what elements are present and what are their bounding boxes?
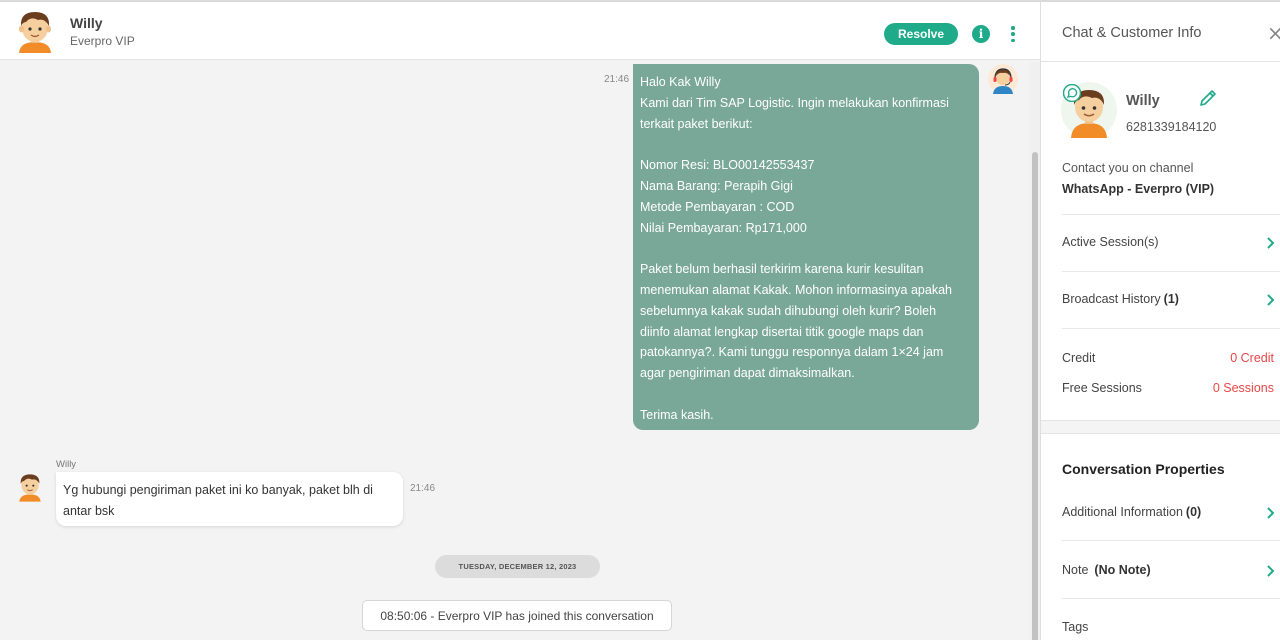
additional-information-text: Additional Information (1062, 505, 1183, 519)
credit-value: 0 Credit (1230, 351, 1274, 365)
tags-label: Tags (1062, 620, 1089, 634)
panel-header: Chat & Customer Info × (1041, 2, 1280, 62)
customer-name: Willy (1126, 93, 1160, 109)
incoming-message-bubble: Yg hubungi pengiriman paket ini ko banya… (56, 472, 403, 526)
chat-pane: Willy Everpro VIP Resolve i 21:46 Halo K… (0, 0, 1040, 640)
message-line: Yg hubungi pengiriman paket ini ko banya… (63, 483, 373, 497)
note-row[interactable]: Note (No Note) (1062, 540, 1280, 597)
message-paragraph: Halo Kak Willy Kami dari Tim SAP Logisti… (640, 72, 973, 134)
message-paragraph: Nomor Resi: BLO00142553437 Nama Barang: … (640, 155, 973, 238)
info-icon[interactable]: i (972, 25, 990, 43)
active-sessions-label: Active Session(s) (1062, 235, 1159, 249)
message-line: patokannya?. Kami tunggu responnya dalam… (640, 345, 944, 360)
incoming-message-time: 21:46 (410, 483, 436, 494)
active-sessions-row[interactable]: Active Session(s) (1062, 214, 1280, 271)
broadcast-history-label: Broadcast History (1) (1062, 292, 1179, 306)
message-line: sebelumnya kakak sudah dihubungi oleh ku… (640, 303, 937, 318)
outgoing-message-time: 21:46 (604, 74, 630, 85)
message-line: menemukan alamat Kakak. Mohon informasin… (640, 282, 952, 297)
message-line: Nilai Pembayaran: Rp171,000 (640, 220, 807, 235)
incoming-sender-name: Willy (56, 459, 77, 470)
note-label: Note (No Note) (1062, 563, 1151, 577)
chevron-right-icon (1267, 507, 1275, 519)
message-line: Kami dari Tim SAP Logistic. Ingin melaku… (640, 95, 949, 110)
free-sessions-row: Free Sessions 0 Sessions (1062, 381, 1274, 395)
outgoing-message-bubble: Halo Kak Willy Kami dari Tim SAP Logisti… (633, 64, 979, 430)
broadcast-history-row[interactable]: Broadcast History (1) (1062, 271, 1280, 328)
system-message: 08:50:06 - Everpro VIP has joined this c… (362, 600, 672, 631)
chat-header: Willy Everpro VIP Resolve i (0, 2, 1040, 60)
message-line: diinfo alamat lengkap disertai titik goo… (640, 324, 924, 339)
message-paragraph: Terima kasih. (640, 405, 973, 426)
message-paragraph: Paket belum berhasil terkirim karena kur… (640, 259, 973, 384)
channel-value: WhatsApp - Everpro (VIP) (1062, 182, 1215, 196)
additional-information-row[interactable]: Additional Information (0) (1062, 483, 1280, 540)
additional-information-count: (0) (1185, 505, 1202, 519)
message-line: Terima kasih. (640, 407, 714, 422)
contact-avatar-icon[interactable] (14, 9, 56, 53)
broadcast-history-count: (1) (1163, 292, 1179, 306)
chevron-right-icon (1267, 294, 1275, 306)
broadcast-history-text: Broadcast History (1062, 292, 1161, 306)
sender-avatar-icon (19, 474, 41, 502)
message-line: terkait paket berikut: (640, 116, 753, 131)
credit-label: Credit (1062, 351, 1096, 365)
whatsapp-badge-icon (1063, 84, 1081, 102)
channel-label: Contact you on channel (1062, 161, 1194, 175)
message-line: Metode Pembayaran : COD (640, 199, 795, 214)
message-line: antar bsk (63, 503, 115, 518)
additional-information-label: Additional Information (0) (1062, 505, 1201, 519)
edit-pencil-icon[interactable] (1198, 88, 1218, 108)
free-sessions-value: 0 Sessions (1212, 381, 1274, 395)
close-icon[interactable]: × (1267, 23, 1280, 43)
credit-row: Credit 0 Credit (1062, 351, 1274, 365)
note-text: Note (1062, 563, 1089, 577)
message-line: Nomor Resi: BLO00142553437 (640, 158, 815, 173)
section-divider (1041, 420, 1280, 434)
message-line: Paket belum berhasil terkirim karena kur… (640, 262, 924, 277)
customer-info-panel: Chat & Customer Info × Willy 62813391841… (1040, 0, 1280, 640)
chevron-right-icon (1267, 237, 1275, 249)
contact-name: Willy (70, 15, 103, 31)
chevron-right-icon (1267, 565, 1275, 577)
message-line: Nama Barang: Perapih Gigi (640, 178, 793, 193)
panel-title: Chat & Customer Info (1062, 25, 1202, 41)
date-divider: TUESDAY, DECEMBER 12, 2023 (435, 555, 600, 578)
conversation-properties-title: Conversation Properties (1062, 461, 1225, 477)
tags-row[interactable]: Tags (1062, 598, 1280, 640)
chat-scrollbar-thumb[interactable] (1032, 152, 1038, 640)
note-value: (No Note) (1094, 563, 1151, 577)
credit-section (1062, 328, 1280, 420)
resolve-button[interactable]: Resolve (884, 23, 958, 45)
customer-phone: 6281339184120 (1126, 120, 1217, 134)
more-vertical-icon[interactable] (1004, 24, 1022, 44)
agent-headset-avatar-icon (988, 64, 1018, 94)
message-line: agar pengiriman dapat dimaksimalkan. (640, 366, 855, 381)
message-line: Halo Kak Willy (640, 75, 721, 89)
contact-subtitle: Everpro VIP (70, 34, 135, 48)
free-sessions-label: Free Sessions (1062, 381, 1142, 395)
